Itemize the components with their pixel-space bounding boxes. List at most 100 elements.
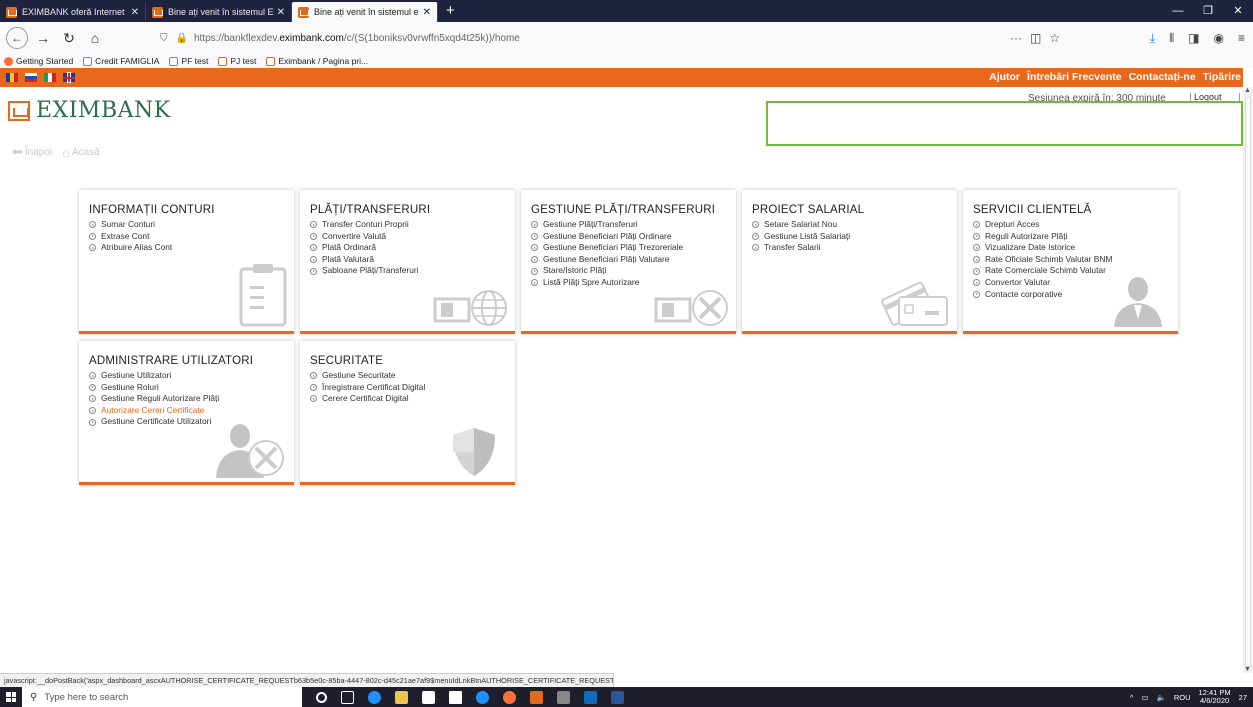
- bookmark-getting-started[interactable]: Getting Started: [4, 56, 73, 66]
- close-window-icon[interactable]: ✕: [1223, 0, 1253, 22]
- scroll-down-icon[interactable]: ▼: [1244, 666, 1251, 673]
- url-host: eximbank.com: [279, 32, 344, 44]
- volume-icon[interactable]: 🔈: [1157, 693, 1166, 702]
- menu-item[interactable]: Cerere Certificat Digital: [310, 393, 515, 405]
- menu-item[interactable]: Gestiune Reguli Autorizare Plăți: [89, 393, 294, 405]
- back-button[interactable]: ⬅ Înapoi: [12, 144, 52, 160]
- network-icon[interactable]: ▭: [1141, 693, 1148, 702]
- firefox-icon[interactable]: [503, 690, 516, 704]
- menu-item[interactable]: Înregistrare Certificat Digital: [310, 382, 515, 394]
- menu-item[interactable]: Gestiune Listă Salariați: [752, 231, 957, 243]
- menu-item[interactable]: Atribuire Alias Cont: [89, 242, 294, 254]
- tab-close-icon[interactable]: ✕: [423, 7, 431, 18]
- scroll-up-icon[interactable]: ▲: [1244, 87, 1251, 94]
- browser-tab-1[interactable]: EXIMBANK oferă Internet Banki ✕: [0, 2, 146, 22]
- account-icon[interactable]: ◉: [1214, 27, 1224, 49]
- reload-icon[interactable]: ↻: [58, 27, 80, 49]
- bookmark-pf-test[interactable]: PF test: [169, 56, 208, 66]
- menu-item[interactable]: Transfer Salarii: [752, 242, 957, 254]
- language-indicator[interactable]: ROU: [1174, 693, 1191, 702]
- menu-item[interactable]: Vizualizare Date Istorice: [973, 242, 1178, 254]
- page-actions-icon[interactable]: ···: [1010, 27, 1022, 49]
- flag-ro-icon[interactable]: [6, 73, 18, 82]
- lock-icon[interactable]: 🔒: [176, 33, 188, 44]
- menu-item[interactable]: Gestiune Beneficiari Plăți Trezoreriale: [531, 242, 736, 254]
- browser-tab-2[interactable]: Bine ați venit în sistemul Exim ✕: [146, 2, 292, 22]
- bookmark-pj-test[interactable]: PJ test: [218, 56, 256, 66]
- show-hidden-icons-icon[interactable]: ^: [1130, 693, 1134, 702]
- home-button[interactable]: ⌂ Acasă: [62, 144, 100, 160]
- minimize-icon[interactable]: —: [1163, 0, 1193, 22]
- arrow-bullet-icon: [973, 290, 980, 298]
- pocket-icon[interactable]: ◫: [1030, 27, 1041, 49]
- menu-item[interactable]: Extrase Cont: [89, 231, 294, 243]
- mail-icon[interactable]: [449, 690, 462, 704]
- menu-item[interactable]: Convertire Valută: [310, 231, 515, 243]
- url-prefix: https://bankflexdev.: [193, 32, 280, 44]
- bookmark-star-icon[interactable]: ☆: [1049, 27, 1060, 49]
- internet-explorer-icon[interactable]: [476, 690, 489, 704]
- file-explorer-icon[interactable]: [395, 690, 408, 704]
- menu-item[interactable]: Gestiune Roluri: [89, 382, 294, 394]
- home-icon[interactable]: ⌂: [84, 27, 106, 49]
- clock[interactable]: 12:41 PM 4/6/2020: [1199, 689, 1231, 705]
- help-link[interactable]: Ajutor: [989, 71, 1020, 83]
- menu-item[interactable]: Listă Plăți Spre Autorizare: [531, 277, 736, 289]
- flag-uk-icon[interactable]: [63, 73, 75, 82]
- sidebar-icon[interactable]: ◨: [1188, 27, 1199, 49]
- tab-close-icon[interactable]: ✕: [277, 7, 285, 18]
- eximbank-favicon-icon: [83, 56, 93, 66]
- app-icon[interactable]: [557, 690, 570, 704]
- menu-item[interactable]: Gestiune Beneficiari Plăți Valutare: [531, 254, 736, 266]
- menu-item[interactable]: Gestiune Plăți/Transferuri: [531, 219, 736, 231]
- user-tools-icon: [216, 424, 284, 478]
- flag-it-icon[interactable]: [44, 73, 56, 82]
- tab-close-icon[interactable]: ✕: [131, 7, 139, 18]
- menu-item[interactable]: Plată Ordinară: [310, 242, 515, 254]
- start-button[interactable]: [0, 687, 22, 707]
- faq-link[interactable]: Întrebări Frecvente: [1027, 71, 1122, 83]
- menu-item[interactable]: Gestiune Beneficiari Plăți Ordinare: [531, 231, 736, 243]
- menu-item-highlighted[interactable]: Autorizare Cereri Certificate: [89, 405, 294, 417]
- notifications-icon[interactable]: 27: [1239, 693, 1247, 702]
- menu-item[interactable]: Reguli Autorizare Plăți: [973, 231, 1178, 243]
- eximbank-app-icon[interactable]: [530, 690, 543, 704]
- menu-item[interactable]: Plată Valutară: [310, 254, 515, 266]
- taskbar-search-box[interactable]: ⚲ Type here to search: [22, 687, 302, 707]
- url-bar[interactable]: ⛉ 🔒 https://bankflexdev. eximbank.com/c/(…: [160, 27, 980, 49]
- tile-user-administration: ADMINISTRARE UTILIZATORI Gestiune Utiliz…: [79, 341, 294, 485]
- eximbank-logo[interactable]: EXIMBANK: [8, 98, 171, 123]
- download-icon[interactable]: ⤓: [1150, 27, 1155, 49]
- page-scrollbar[interactable]: ▲ ▼: [1243, 87, 1253, 673]
- maximize-icon[interactable]: ❐: [1193, 0, 1223, 22]
- back-arrow-icon[interactable]: ←: [6, 27, 28, 49]
- tracking-shield-icon[interactable]: ⛉: [160, 33, 168, 44]
- edge-icon[interactable]: [368, 690, 381, 704]
- menu-item[interactable]: Șabloane Plăți/Transferuri: [310, 265, 515, 277]
- contact-link[interactable]: Contactați-ne: [1129, 71, 1196, 83]
- forward-arrow-icon[interactable]: →: [32, 27, 54, 49]
- scroll-thumb[interactable]: [1245, 97, 1251, 667]
- menu-item[interactable]: Gestiune Securitate: [310, 370, 515, 382]
- flag-ru-icon[interactable]: [25, 73, 37, 82]
- new-tab-button[interactable]: +: [438, 2, 463, 22]
- cortana-icon[interactable]: [316, 691, 327, 703]
- tile-salary-project: PROIECT SALARIAL Setare Salariat Nou Ges…: [742, 190, 957, 334]
- library-icon[interactable]: ⫴: [1169, 27, 1174, 49]
- menu-item[interactable]: Drepturi Acces: [973, 219, 1178, 231]
- menu-item[interactable]: Rate Oficiale Schimb Valutar BNM: [973, 254, 1178, 266]
- task-view-icon[interactable]: [341, 690, 354, 704]
- outlook-icon[interactable]: [584, 690, 597, 704]
- menu-item[interactable]: Transfer Conturi Proprii: [310, 219, 515, 231]
- browser-tab-3-active[interactable]: Bine ați venit în sistemul exim ✕: [292, 2, 438, 22]
- word-icon[interactable]: [611, 690, 624, 704]
- bookmark-credit-famiglia[interactable]: Credit FAMIGLIA: [83, 56, 159, 66]
- bookmark-eximbank-home[interactable]: Eximbank / Pagina pri...: [266, 56, 368, 66]
- menu-item[interactable]: Gestiune Utilizatori: [89, 370, 294, 382]
- menu-item[interactable]: Sumar Conturi: [89, 219, 294, 231]
- store-icon[interactable]: [422, 690, 435, 704]
- menu-icon[interactable]: ≡: [1238, 27, 1245, 49]
- print-link[interactable]: Tipărire: [1203, 71, 1241, 83]
- menu-item[interactable]: Setare Salariat Nou: [752, 219, 957, 231]
- menu-item[interactable]: Stare/Istoric Plăți: [531, 265, 736, 277]
